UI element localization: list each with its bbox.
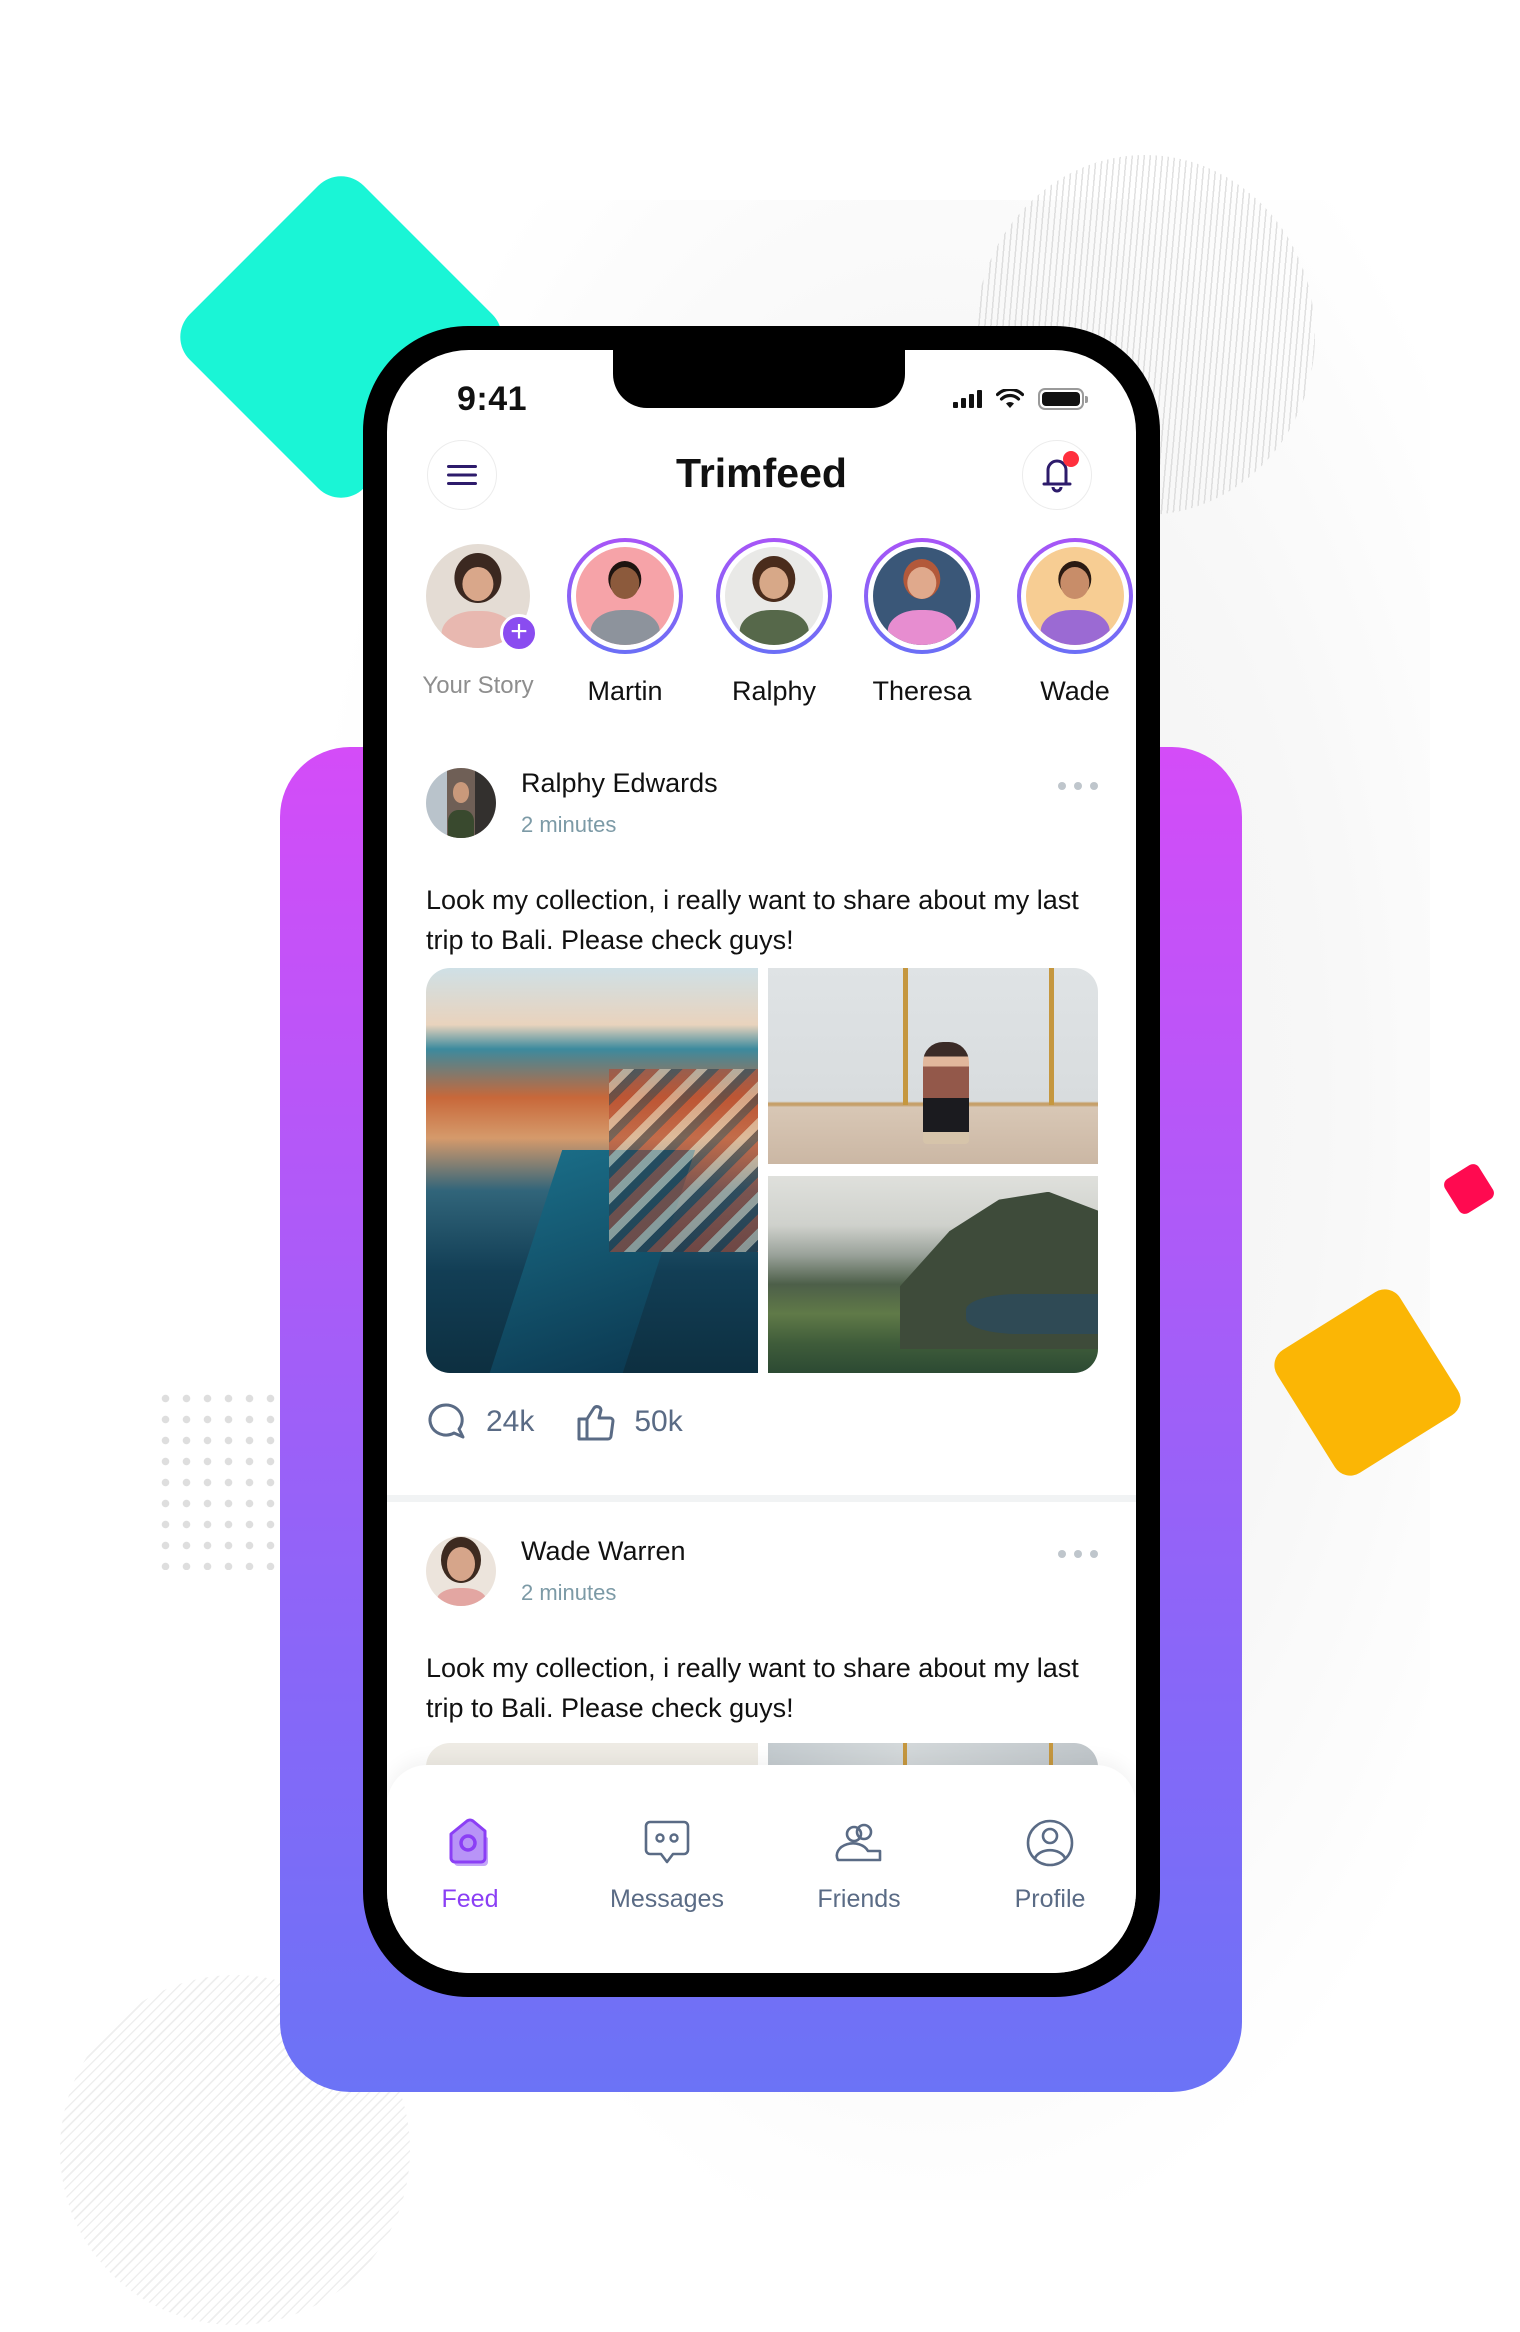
post-timestamp: 2 minutes [521, 1580, 617, 1605]
cellular-signal-icon [953, 390, 982, 408]
story-ring [864, 538, 980, 654]
story-martin[interactable]: Martin [560, 538, 690, 707]
more-options-button[interactable] [1058, 782, 1098, 790]
like-count: 50k [634, 1405, 683, 1438]
post-timestamp: 2 minutes [521, 812, 617, 837]
status-icons [953, 388, 1088, 410]
story-label: Martin [587, 676, 663, 706]
story-your-story[interactable]: + Your Story [413, 538, 543, 700]
chat-bubble-icon [644, 1820, 690, 1864]
avatar [725, 547, 823, 645]
story-label: Theresa [872, 676, 972, 706]
photo-grid [426, 968, 1098, 1373]
nav-label: Feed [441, 1885, 499, 1913]
comment-count: 24k [486, 1405, 535, 1438]
post-divider [387, 1495, 1136, 1502]
battery-icon [1038, 388, 1088, 410]
story-ring [716, 538, 832, 654]
notification-badge [1063, 451, 1079, 467]
post-author-avatar[interactable] [426, 768, 496, 838]
story-ralphy[interactable]: Ralphy [709, 538, 839, 707]
nav-messages[interactable]: Messages [592, 1815, 742, 1914]
story-theresa[interactable]: Theresa [857, 538, 987, 707]
post-photo-city[interactable] [426, 968, 758, 1373]
post-text: Look my collection, i really want to sha… [426, 1653, 1079, 1723]
phone-screen: 9:41 Trimfeed + Your Story Martin Ralphy… [387, 350, 1136, 1973]
user-circle-icon [1026, 1819, 1074, 1867]
nav-label: Messages [610, 1885, 724, 1913]
post-photo-man[interactable] [768, 968, 1098, 1164]
bottom-navigation: Feed Messages Friends Profile [387, 1765, 1136, 1973]
plus-icon[interactable]: + [500, 614, 538, 652]
users-icon [835, 1823, 882, 1862]
story-ring [1017, 538, 1133, 654]
post-photo-mountain[interactable] [768, 1176, 1098, 1373]
more-dots-icon [1058, 1550, 1066, 1558]
story-wade[interactable]: Wade [1010, 538, 1136, 707]
own-story-avatar: + [426, 544, 538, 652]
thumbs-up-icon [577, 1405, 615, 1441]
wifi-icon [996, 389, 1024, 408]
notifications-button[interactable] [1022, 440, 1092, 510]
home-icon [449, 1818, 488, 1866]
avatar [576, 547, 674, 645]
phone-frame: 9:41 Trimfeed + Your Story Martin Ralphy… [363, 326, 1160, 1997]
red-square-decoration [1441, 1161, 1497, 1217]
post-author-name[interactable]: Wade Warren [521, 1536, 686, 1567]
comment-button[interactable]: 24k [426, 1402, 534, 1442]
post-actions: 24k 50k [426, 1396, 725, 1448]
story-ring [567, 538, 683, 654]
nav-profile[interactable]: Profile [975, 1815, 1125, 1914]
story-label: Wade [1040, 676, 1110, 706]
nav-label: Profile [1014, 1885, 1086, 1913]
phone-notch [613, 350, 905, 408]
more-options-button[interactable] [1058, 1550, 1098, 1558]
avatar [1026, 547, 1124, 645]
nav-friends[interactable]: Friends [784, 1815, 934, 1914]
story-label: Ralphy [731, 676, 817, 706]
post-author-name[interactable]: Ralphy Edwards [521, 768, 718, 799]
post-author-avatar[interactable] [426, 1536, 496, 1606]
like-button[interactable]: 50k [576, 1402, 683, 1442]
avatar [873, 547, 971, 645]
nav-feed[interactable]: Feed [395, 1815, 545, 1914]
post-text: Look my collection, i really want to sha… [426, 885, 1079, 955]
story-label: Your Story [422, 672, 534, 699]
status-time: 9:41 [457, 380, 528, 418]
dot-grid-decoration [155, 1388, 280, 1570]
comment-icon [428, 1403, 465, 1439]
nav-label: Friends [817, 1885, 901, 1913]
more-dots-icon [1058, 782, 1066, 790]
